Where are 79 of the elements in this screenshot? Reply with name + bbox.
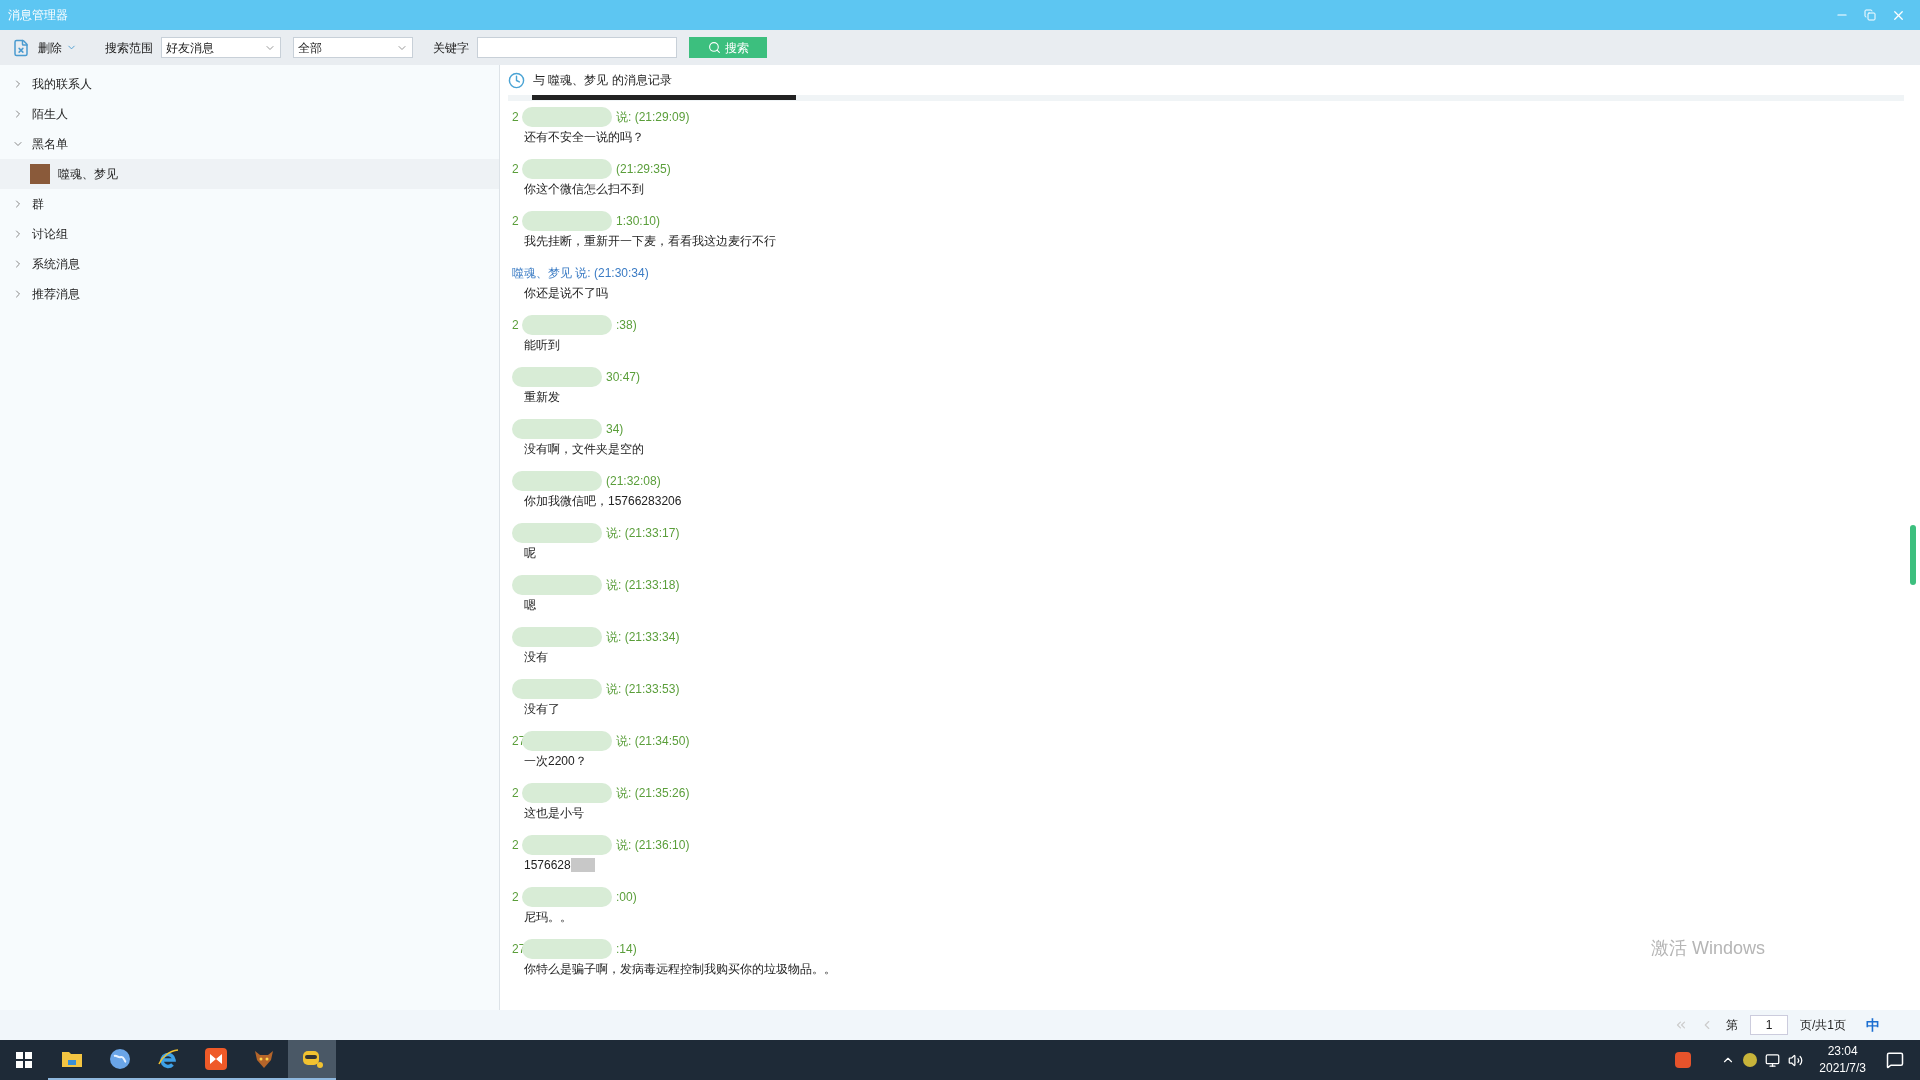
tree-group[interactable]: 推荐消息	[0, 279, 499, 309]
message-header: 说: (21:33:34)	[606, 629, 680, 646]
avatar-placeholder	[30, 164, 50, 184]
browser-e-icon	[157, 1048, 179, 1070]
message-header: 说: (21:33:18)	[606, 577, 680, 594]
message-text: 没有啊，文件夹是空的	[524, 441, 644, 458]
sender-fragment: 2	[512, 161, 520, 178]
network-icon[interactable]	[1765, 1052, 1781, 1068]
tree-group[interactable]: 系统消息	[0, 249, 499, 279]
message-text: 还有不安全一说的吗？	[524, 129, 644, 146]
tree-group[interactable]: 陌生人	[0, 99, 499, 129]
tree-group[interactable]: 群	[0, 189, 499, 219]
tree-group[interactable]: 讨论组	[0, 219, 499, 249]
notification-icon[interactable]	[1886, 1051, 1904, 1069]
message-text: 尼玛。。	[524, 909, 572, 926]
message-text: 能听到	[524, 337, 560, 354]
message-text: 一次2200？	[524, 753, 587, 770]
message-header: 30:47)	[606, 369, 641, 386]
history-title: 与 噬魂、梦见 的消息记录	[533, 72, 672, 89]
message-header: 说: (21:35:26)	[616, 785, 690, 802]
message-header: 噬魂、梦见 说: (21:30:34)	[512, 265, 649, 282]
page-prefix: 第	[1726, 1017, 1738, 1034]
message-text: 你这个微信怎么扫不到	[524, 181, 644, 198]
activation-notice: 激活 Windows	[1650, 937, 1765, 960]
message-header: 1:30:10)	[616, 213, 661, 230]
clock-icon	[508, 71, 525, 89]
volume-icon[interactable]	[1788, 1052, 1804, 1068]
keyword-label: 关键字	[433, 39, 469, 57]
restore-icon	[1864, 9, 1876, 21]
folder-icon	[61, 1050, 83, 1068]
message-header: 说: (21:29:09)	[616, 109, 690, 126]
message-header: 说: (21:33:53)	[606, 681, 680, 698]
message-text: 没有了	[524, 701, 560, 718]
sender-fragment: 2	[512, 213, 520, 230]
scope-label: 搜索范围	[105, 39, 153, 57]
message-text: 没有	[524, 649, 548, 666]
beast-mask-icon	[253, 1048, 275, 1070]
message-text: 你还是说不了吗	[524, 285, 608, 302]
message-header: 34)	[606, 421, 624, 438]
message-text: 呢	[524, 545, 536, 562]
globe-icon	[109, 1048, 131, 1070]
message-header: :00)	[616, 889, 637, 906]
message-header: 说: (21:34:50)	[616, 733, 690, 750]
clock[interactable]: 23:04 2021/7/3	[1819, 1043, 1866, 1077]
sender-fragment: 2	[512, 889, 520, 906]
sogou-tray-icon[interactable]	[1675, 1052, 1692, 1068]
contact-item[interactable]: 噬魂、梦见	[0, 159, 499, 189]
window-title: 消息管理器	[8, 7, 69, 24]
delete-record-icon	[12, 38, 30, 57]
message-header: 说: (21:33:17)	[606, 525, 680, 542]
message-header: (21:32:08)	[606, 473, 661, 490]
sender-fragment: 2	[512, 837, 520, 854]
page-field[interactable]: 1	[1750, 1015, 1788, 1035]
raccoon-mascot-icon	[300, 1048, 324, 1070]
message-header: :14)	[616, 941, 637, 958]
message-header: :38)	[616, 317, 637, 334]
message-header: (21:29:35)	[616, 161, 671, 178]
sender-fragment: 2	[512, 785, 520, 802]
tree-group[interactable]: 我的联系人	[0, 69, 499, 99]
tree-group[interactable]: 黑名单	[0, 129, 499, 159]
message-text: 这也是小号	[524, 805, 584, 822]
message-text: 嗯	[524, 597, 536, 614]
message-text: 你加我微信吧，15766283206	[524, 493, 682, 510]
message-header: 说: (21:36:10)	[616, 837, 690, 854]
message-text: 1576628	[524, 857, 571, 874]
message-text: 我先挂断，重新开一下麦，看看我这边麦行不行	[524, 233, 776, 250]
page-count: 页/共1页	[1800, 1017, 1846, 1034]
ime-indicator[interactable]: 中	[1866, 1014, 1880, 1036]
scope-dropdown[interactable]: 好友消息	[161, 37, 281, 58]
sender-fragment: 2	[512, 109, 520, 126]
scrollbar-track	[1910, 525, 1916, 585]
message-text: 重新发	[524, 389, 560, 406]
keyword-field[interactable]	[477, 37, 677, 58]
search-icon	[707, 41, 721, 54]
sender-fragment: 2	[512, 317, 520, 334]
delete-button[interactable]: 删除	[12, 38, 85, 57]
type-dropdown[interactable]: 全部	[293, 37, 413, 58]
message-text: 你特么是骗子啊，发病毒远程控制我购买你的垃圾物品。。	[524, 961, 836, 978]
bowtie-icon	[205, 1048, 227, 1070]
